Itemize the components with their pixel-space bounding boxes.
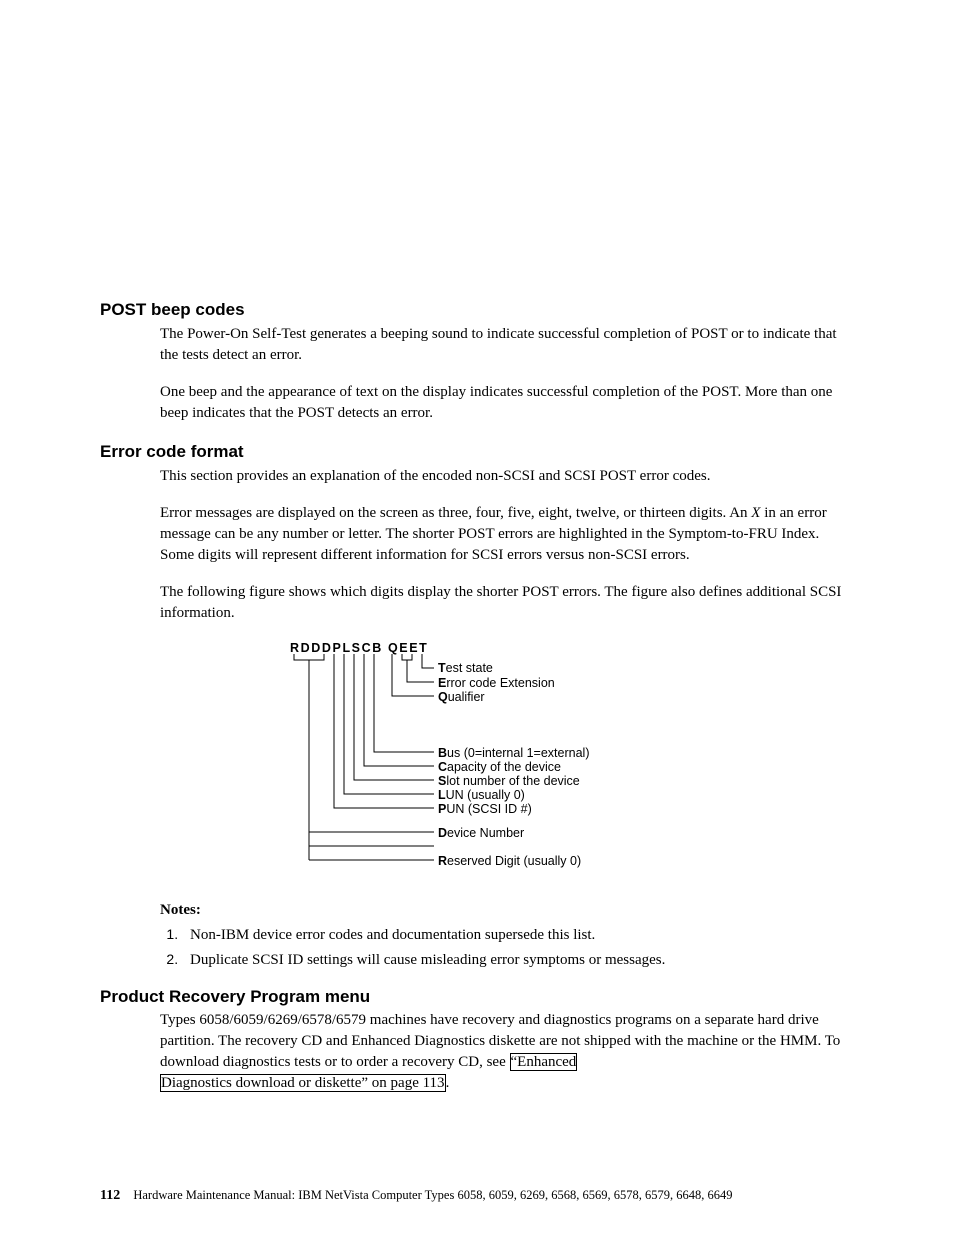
notes-list: Non-IBM device error codes and documenta…: [160, 925, 854, 971]
error-p1: This section provides an explanation of …: [160, 466, 854, 487]
diag-label-p: PUN (SCSI ID #): [438, 801, 532, 819]
note-2: Duplicate SCSI ID settings will cause mi…: [182, 950, 854, 971]
diag-label-r: Reserved Digit (usually 0): [438, 853, 581, 871]
enhanced-diagnostics-link-cont[interactable]: Diagnostics download or diskette” on pag…: [160, 1074, 446, 1092]
page-number: 112: [100, 1188, 120, 1203]
post-p1: The Power-On Self-Test generates a beepi…: [160, 324, 854, 366]
section-heading-error: Error code format: [100, 440, 854, 464]
error-code-diagram: RDDDPLSCB QEET: [290, 640, 790, 888]
recovery-p1-pre: Types 6058/6059/6269/6578/6579 machines …: [160, 1012, 840, 1070]
note-1: Non-IBM device error codes and documenta…: [182, 925, 854, 946]
section-heading-recovery: Product Recovery Program menu: [100, 985, 854, 1009]
notes-heading: Notes:: [160, 900, 854, 921]
post-p2: One beep and the appearance of text on t…: [160, 382, 854, 424]
section-heading-post: POST beep codes: [100, 298, 854, 322]
diag-label-q: Qualifier: [438, 689, 485, 707]
footer-text: Hardware Maintenance Manual: IBM NetVist…: [133, 1188, 732, 1202]
page-footer: 112 Hardware Maintenance Manual: IBM Net…: [100, 1186, 890, 1206]
error-p3: The following figure shows which digits …: [160, 582, 854, 624]
error-p2-pre: Error messages are displayed on the scre…: [160, 505, 751, 521]
enhanced-diagnostics-link[interactable]: “Enhanced: [510, 1053, 578, 1071]
error-p2: Error messages are displayed on the scre…: [160, 503, 854, 566]
recovery-p1: Types 6058/6059/6269/6578/6579 machines …: [160, 1010, 854, 1094]
recovery-p1-post: .: [446, 1075, 450, 1091]
diag-label-d: Device Number: [438, 825, 524, 843]
diagram-connector-lines: [290, 640, 460, 888]
